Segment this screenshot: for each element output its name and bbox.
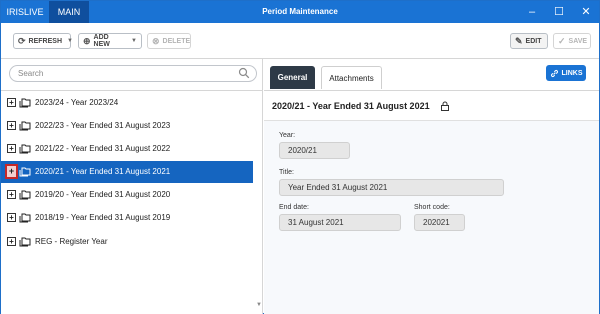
tree-item-2023-24[interactable]: + 2023/24 - Year 2023/24 bbox=[1, 92, 253, 114]
save-check-icon: ✓ bbox=[558, 35, 566, 46]
tab-general[interactable]: General bbox=[270, 66, 315, 89]
edit-label: EDIT bbox=[525, 37, 542, 45]
title-label: Title: bbox=[279, 169, 294, 176]
maximize-button[interactable]: ☐ bbox=[546, 1, 572, 23]
delete-circle-icon: ⊗ bbox=[152, 35, 160, 46]
folders-icon bbox=[19, 190, 31, 200]
refresh-button[interactable]: ⟳ REFRESH ▼ bbox=[13, 33, 73, 49]
toolbar: ⟳ REFRESH ▼ ⊕ ADD NEW ▼ ⊗ DELETE ✎ EDIT … bbox=[1, 23, 599, 59]
tree-item-reg[interactable]: + REG - Register Year bbox=[1, 231, 253, 253]
window-title: Period Maintenance bbox=[262, 7, 338, 16]
folders-icon bbox=[19, 144, 31, 154]
scroll-down-icon[interactable]: ▼ bbox=[256, 302, 262, 308]
folders-icon bbox=[19, 237, 31, 247]
search-input[interactable]: Search bbox=[9, 65, 257, 82]
expand-icon[interactable]: + bbox=[7, 121, 16, 130]
short-code-label: Short code: bbox=[414, 204, 450, 211]
tree-item-2022-23[interactable]: + 2022/23 - Year Ended 31 August 2023 bbox=[1, 115, 253, 137]
folders-icon bbox=[19, 167, 31, 177]
chevron-down-icon: ▼ bbox=[67, 38, 73, 44]
links-button[interactable]: LINKS bbox=[546, 65, 586, 81]
expand-icon[interactable]: + bbox=[5, 164, 18, 179]
save-label: SAVE bbox=[568, 37, 588, 45]
year-label: Year: bbox=[279, 132, 296, 139]
search-placeholder: Search bbox=[18, 69, 44, 78]
tree-item-label: 2020/21 - Year Ended 31 August 2021 bbox=[35, 167, 171, 176]
detail-tabstrip: General Attachments LINKS bbox=[264, 59, 599, 91]
tree-item-2021-22[interactable]: + 2021/22 - Year Ended 31 August 2022 bbox=[1, 138, 253, 160]
search-icon[interactable] bbox=[238, 67, 250, 79]
folders-icon bbox=[19, 98, 31, 108]
tree-item-label: 2021/22 - Year Ended 31 August 2022 bbox=[35, 144, 171, 153]
add-new-button[interactable]: ⊕ ADD NEW ▼ bbox=[78, 33, 142, 49]
edit-icon: ✎ bbox=[515, 35, 523, 46]
end-date-label: End date: bbox=[279, 204, 309, 211]
detail-pane: General Attachments LINKS 2020/21 - Year… bbox=[264, 59, 599, 314]
short-code-field: 202021 bbox=[414, 214, 465, 231]
minimize-button[interactable]: – bbox=[519, 1, 545, 23]
period-maintenance-window: IRISLIVE MAIN Period Maintenance – ☐ ✕ ⟳… bbox=[0, 0, 600, 314]
title-field: Year Ended 31 August 2021 bbox=[279, 179, 504, 196]
tree-item-2018-19[interactable]: + 2018/19 - Year Ended 31 August 2019 bbox=[1, 207, 253, 229]
tree-item-2020-21[interactable]: + 2020/21 - Year Ended 31 August 2021 bbox=[1, 161, 253, 183]
tree-item-2019-20[interactable]: + 2019/20 - Year Ended 31 August 2020 bbox=[1, 184, 253, 206]
add-new-label: ADD NEW bbox=[93, 34, 110, 48]
delete-label: DELETE bbox=[162, 37, 191, 45]
period-list-pane: Search + 2023/24 - Year 2023/24 + 2022/2… bbox=[1, 59, 263, 314]
save-button[interactable]: ✓ SAVE bbox=[553, 33, 591, 49]
record-header: 2020/21 - Year Ended 31 August 2021 bbox=[264, 91, 599, 121]
expand-icon[interactable]: + bbox=[7, 237, 16, 246]
add-circle-icon: ⊕ bbox=[83, 35, 91, 46]
tree-item-label: 2023/24 - Year 2023/24 bbox=[35, 98, 119, 107]
tree-item-label: 2022/23 - Year Ended 31 August 2023 bbox=[35, 121, 171, 130]
end-date-field: 31 August 2021 bbox=[279, 214, 401, 231]
lock-icon bbox=[441, 101, 449, 111]
delete-button[interactable]: ⊗ DELETE bbox=[147, 33, 191, 49]
tab-main[interactable]: MAIN bbox=[49, 1, 89, 23]
folders-icon bbox=[19, 121, 31, 131]
expand-icon[interactable]: + bbox=[7, 190, 16, 199]
divider bbox=[1, 90, 263, 91]
expand-icon[interactable]: + bbox=[7, 213, 16, 222]
title-bar: IRISLIVE MAIN Period Maintenance – ☐ ✕ bbox=[1, 1, 599, 23]
refresh-icon: ⟳ bbox=[18, 35, 26, 46]
tree-item-label: 2018/19 - Year Ended 31 August 2019 bbox=[35, 213, 171, 222]
tab-attachments[interactable]: Attachments bbox=[321, 66, 382, 89]
year-field: 2020/21 bbox=[279, 142, 350, 159]
record-title: 2020/21 - Year Ended 31 August 2021 bbox=[272, 101, 430, 111]
chevron-down-icon: ▼ bbox=[131, 38, 137, 44]
link-icon bbox=[550, 69, 558, 77]
expand-icon[interactable]: + bbox=[7, 144, 16, 153]
tree-item-label: REG - Register Year bbox=[35, 237, 108, 246]
links-label: LINKS bbox=[561, 69, 583, 77]
expand-icon[interactable]: + bbox=[7, 98, 16, 107]
tab-irislive[interactable]: IRISLIVE bbox=[1, 1, 49, 23]
refresh-label: REFRESH bbox=[28, 37, 62, 45]
edit-button[interactable]: ✎ EDIT bbox=[510, 33, 548, 49]
folders-icon bbox=[19, 213, 31, 223]
close-button[interactable]: ✕ bbox=[573, 1, 599, 23]
tree-item-label: 2019/20 - Year Ended 31 August 2020 bbox=[35, 190, 171, 199]
